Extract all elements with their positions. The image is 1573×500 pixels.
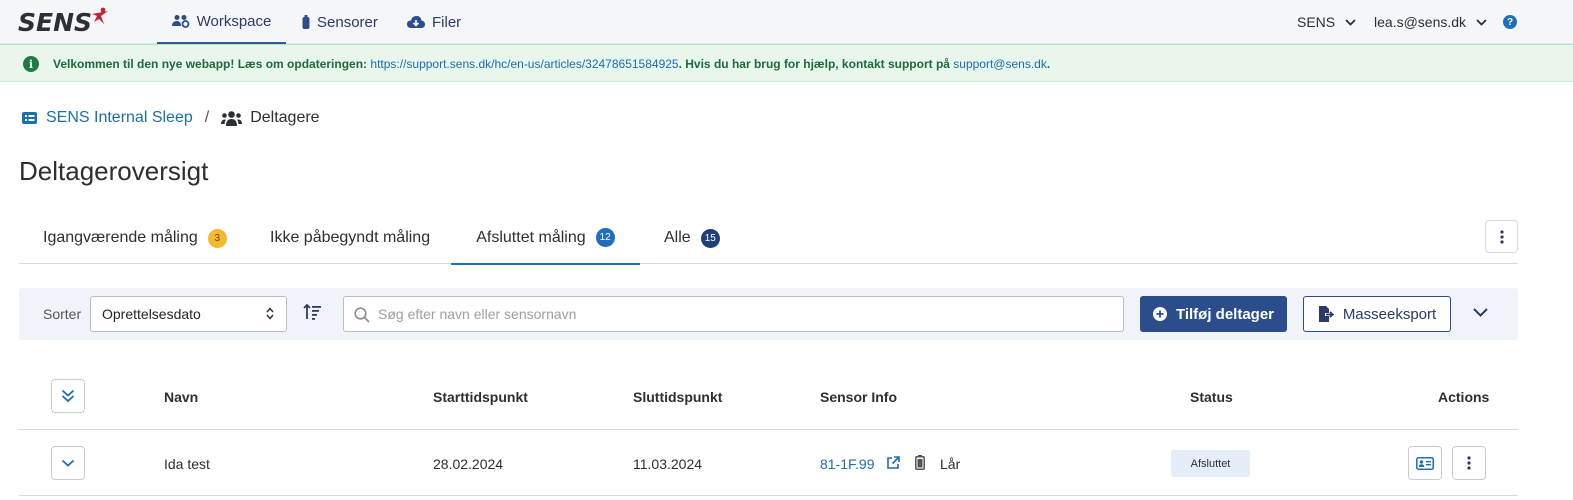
chevron-down-icon — [61, 459, 75, 467]
page-options-button[interactable] — [1485, 220, 1518, 253]
column-header: Actions — [1438, 389, 1490, 405]
tab-count-badge: 15 — [700, 228, 720, 248]
breadcrumb-project-label: SENS Internal Sleep — [46, 109, 193, 126]
bulk-export-label: Masseeksport — [1342, 305, 1437, 323]
list-card-icon — [22, 112, 37, 124]
info-text-1: Velkommen til den nye webapp! Læs om opd… — [53, 57, 371, 71]
chevron-down-icon — [1345, 18, 1356, 26]
logo-text: SENS — [18, 7, 93, 37]
cloud-download-icon — [407, 16, 425, 28]
sort-select-value: Oprettelsesdato — [102, 306, 201, 322]
nav-sensorer[interactable]: Sensorer — [302, 0, 378, 44]
start-time: 28.02.2024 — [433, 456, 504, 472]
tab-afsluttet-label: Afsluttet måling — [476, 228, 586, 246]
select-arrows-icon — [266, 307, 274, 320]
sort-descending-icon — [303, 304, 321, 320]
battery-icon — [915, 455, 925, 470]
participant-name: Ida test — [164, 456, 210, 472]
kebab-menu-icon — [1499, 229, 1504, 244]
tab-alle[interactable]: Alle 15 — [664, 212, 720, 264]
tab-bar: Igangværende måling 3 Ikke påbegyndt mål… — [19, 212, 1518, 265]
sensor-icon — [302, 14, 310, 29]
double-chevron-down-icon — [61, 389, 75, 403]
sort-select[interactable]: Oprettelsesdato — [90, 296, 287, 332]
breadcrumb-separator: / — [204, 109, 210, 126]
tab-igangvaerende[interactable]: Igangværende måling 3 — [43, 212, 227, 264]
user-menu[interactable]: lea.s@sens.dk — [1374, 0, 1487, 44]
add-participant-button[interactable]: Tilføj deltager — [1140, 296, 1287, 332]
info-banner: i Velkommen til den nye webapp! Læs om o… — [0, 44, 1573, 82]
column-header: Status — [1190, 389, 1233, 405]
expand-row-button[interactable] — [51, 446, 85, 480]
tab-igangvaerende-label: Igangværende måling — [43, 229, 198, 246]
end-time: 11.03.2024 — [633, 456, 703, 472]
user-email: lea.s@sens.dk — [1374, 14, 1467, 30]
breadcrumb-current: Deltagere — [221, 109, 320, 127]
breadcrumb: SENS Internal Sleep / Deltagere — [22, 106, 320, 130]
nav-workspace-label: Workspace — [196, 12, 272, 30]
expand-filters-button[interactable] — [1473, 308, 1488, 317]
org-selector[interactable]: SENS — [1297, 0, 1356, 44]
users-gear-icon — [171, 15, 190, 28]
tab-count-badge: 12 — [595, 228, 615, 247]
column-header[interactable]: Navn — [164, 389, 198, 405]
top-navigation: SENS Workspace Sensorer Filer SENS lea.s… — [0, 0, 1573, 44]
sort-direction-button[interactable] — [303, 304, 321, 320]
column-header[interactable]: Sluttidspunkt — [633, 389, 722, 405]
file-export-icon — [1318, 306, 1334, 322]
sensor-link[interactable]: 81-1F.99 — [820, 456, 874, 472]
search-input[interactable] — [378, 303, 1108, 325]
column-header: Sensor Info — [820, 389, 898, 405]
info-message: Velkommen til den nye webapp! Læs om opd… — [53, 57, 1050, 71]
chevron-down-icon — [1476, 18, 1487, 26]
support-email-link[interactable]: support@sens.dk — [953, 57, 1047, 71]
status-badge: Afsluttet — [1171, 450, 1250, 477]
plus-circle-icon — [1152, 307, 1167, 321]
tab-count-badge: 3 — [207, 228, 227, 248]
org-name: SENS — [1297, 14, 1336, 30]
bulk-export-button[interactable]: Masseeksport — [1303, 296, 1451, 332]
add-participant-label: Tilføj deltager — [1175, 305, 1275, 323]
info-icon: i — [23, 56, 39, 72]
table-row: Ida test 28.02.2024 11.03.2024 81-1F.99 … — [19, 430, 1518, 496]
table-header: Navn Starttidspunkt Sluttidspunkt Sensor… — [19, 364, 1518, 430]
logo-figure-icon — [92, 7, 109, 24]
filter-toolbar: Sorter Oprettelsesdato Tilføj deltager — [19, 288, 1518, 340]
nav-filer[interactable]: Filer — [407, 0, 461, 44]
row-options-button[interactable] — [1452, 446, 1486, 480]
breadcrumb-project[interactable]: SENS Internal Sleep — [22, 109, 193, 127]
id-card-icon — [1416, 456, 1434, 470]
search-box — [343, 296, 1124, 332]
participant-card-button[interactable] — [1408, 446, 1442, 480]
tab-ikke-paabegyndt[interactable]: Ikke påbegyndt måling — [270, 212, 430, 264]
info-text-2: . Hvis du har brug for hjælp, kontakt su… — [678, 57, 954, 71]
nav-filer-label: Filer — [432, 13, 462, 31]
nav-sensorer-label: Sensorer — [317, 13, 378, 31]
breadcrumb-current-label: Deltagere — [250, 109, 320, 126]
nav-workspace[interactable]: Workspace — [157, 0, 286, 44]
search-icon — [354, 307, 370, 323]
info-text-3: . — [1046, 57, 1051, 71]
tab-afsluttet[interactable]: Afsluttet måling 12 — [451, 212, 640, 265]
chevron-down-icon — [1473, 308, 1488, 317]
tab-alle-label: Alle — [664, 229, 691, 246]
page-title: Deltageroversigt — [19, 156, 209, 186]
users-icon — [221, 110, 243, 126]
sensor-placement: Lår — [940, 456, 961, 472]
tab-ikke-paabegyndt-label: Ikke påbegyndt måling — [270, 229, 431, 246]
help-icon[interactable]: ? — [1503, 15, 1517, 29]
sens-logo[interactable]: SENS — [18, 7, 110, 37]
sort-label: Sorter — [43, 306, 82, 322]
column-header[interactable]: Starttidspunkt — [433, 389, 528, 405]
expand-all-button[interactable] — [51, 379, 85, 413]
external-link-icon[interactable] — [886, 456, 900, 470]
support-article-link[interactable]: https://support.sens.dk/hc/en-us/article… — [370, 57, 678, 71]
kebab-menu-icon — [1467, 456, 1471, 470]
